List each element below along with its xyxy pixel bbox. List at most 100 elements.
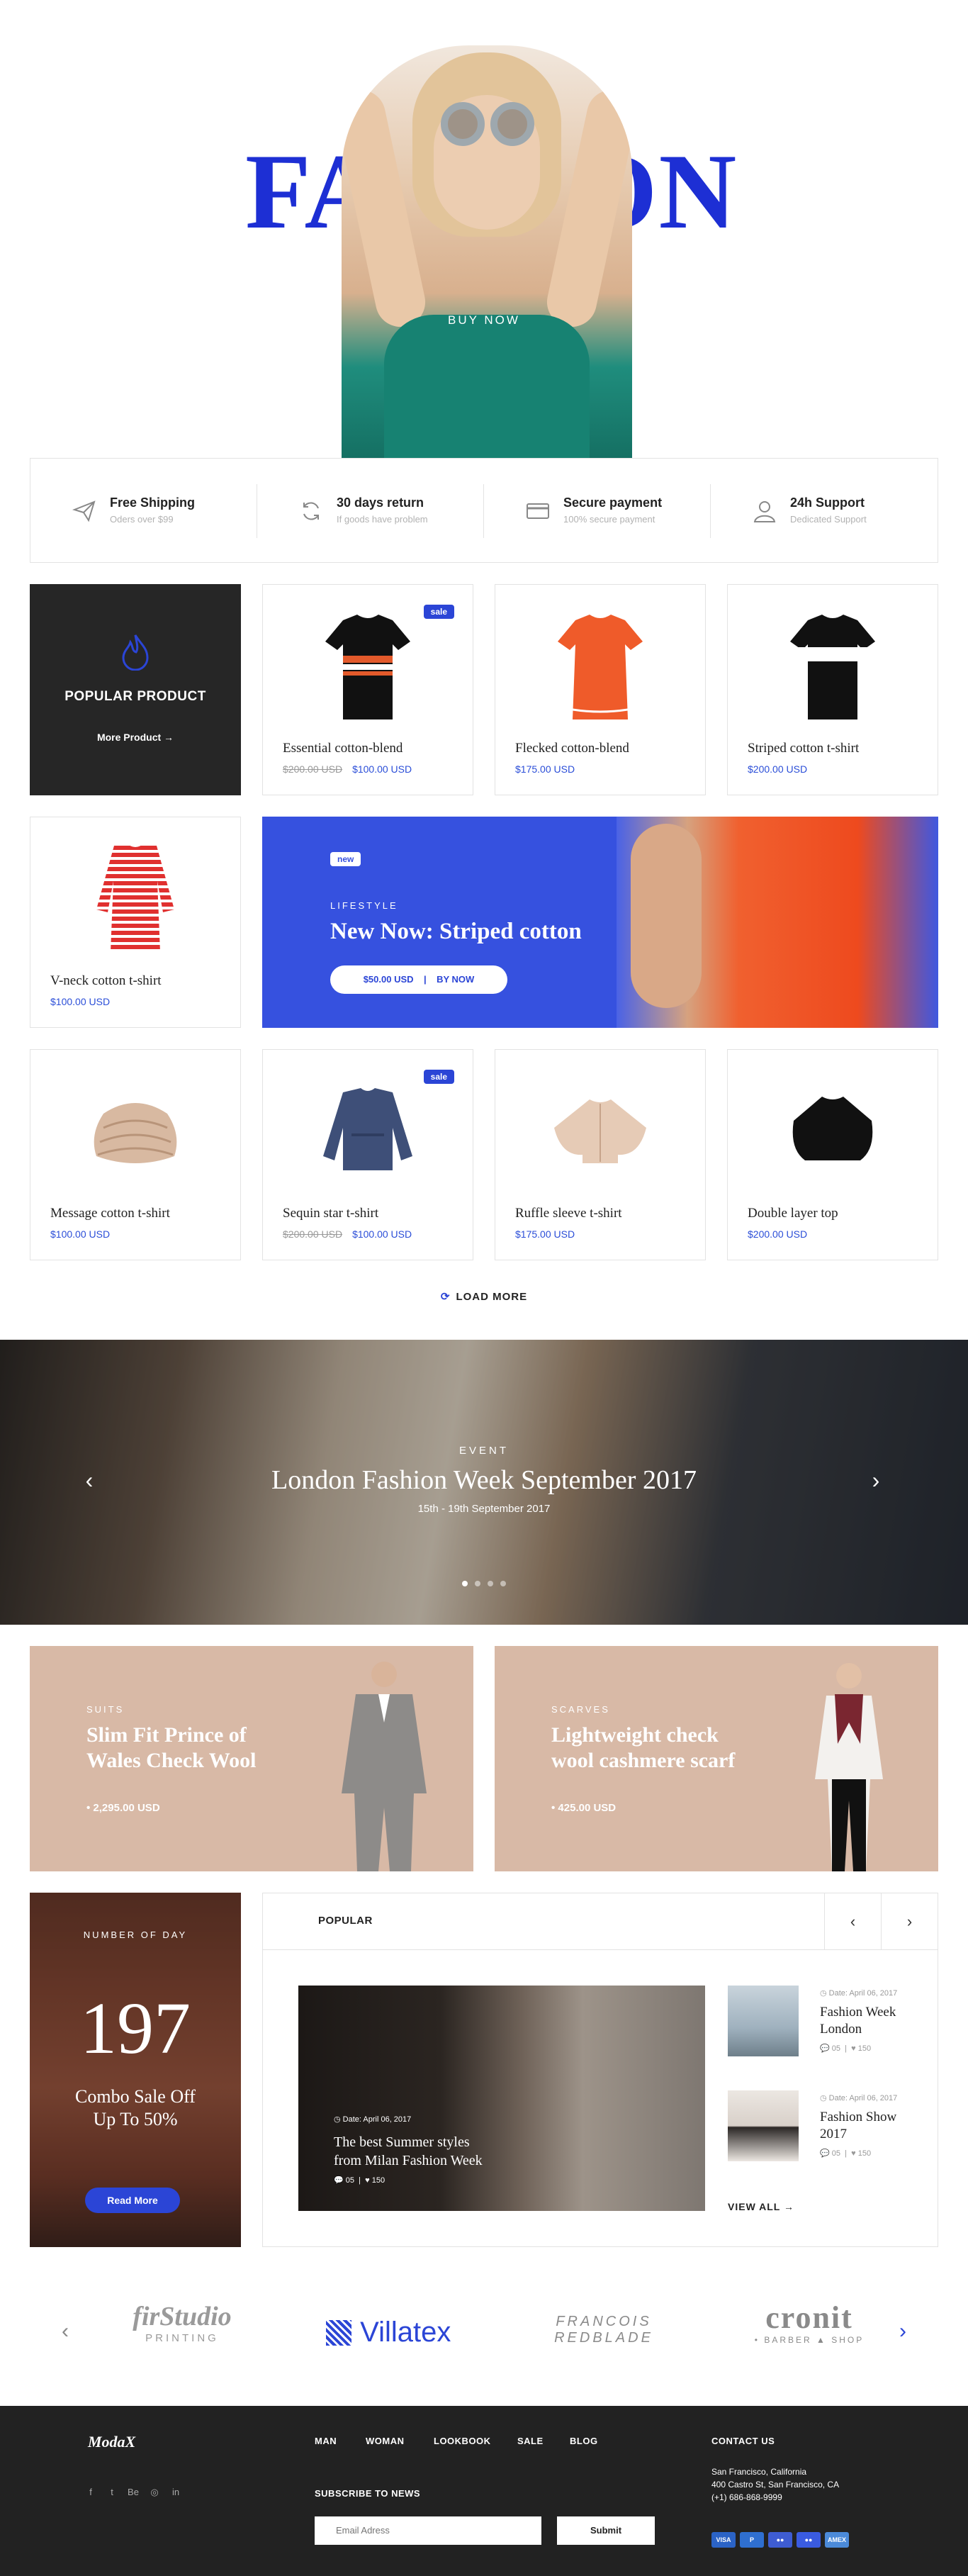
paypal-icon: P <box>740 2532 764 2548</box>
banner-buy-button[interactable]: $50.00 USD | BY NOW <box>330 965 507 994</box>
user-support-icon <box>752 498 777 524</box>
post-title[interactable]: Fashion Show 2017 <box>820 2109 919 2143</box>
hero-model-image <box>342 45 632 458</box>
feature-free-shipping: Free Shipping Oders over $99 <box>30 459 257 564</box>
product-price: $100.00 USD <box>50 1228 111 1240</box>
blog-prev-button[interactable]: ‹ <box>824 1893 881 1949</box>
product-card[interactable]: Double layer top $200.00 USD <box>727 1049 938 1260</box>
product-card[interactable]: sale Essential cotton-blend $200.00 USD $… <box>262 584 473 795</box>
product-name[interactable]: V-neck cotton t-shirt <box>50 973 162 989</box>
side-post[interactable]: ◷ Date: April 06, 2017 Fashion Week Lond… <box>728 1986 919 2063</box>
deal-of-day: NUMBER OF DAY 197 Combo Sale Off Up To 50… <box>30 1893 241 2247</box>
product-name[interactable]: Essential cotton-blend <box>283 741 403 756</box>
email-input[interactable] <box>315 2516 541 2545</box>
post-meta: 💬 05 | ♥ 150 <box>334 2176 385 2185</box>
contact-address: 400 Castro St, San Francisco, CA <box>711 2480 840 2490</box>
blog-next-button[interactable]: › <box>881 1893 938 1949</box>
post-date: ◷ Date: April 06, 2017 <box>334 2115 412 2124</box>
brand-logo[interactable]: Villatex <box>310 2301 466 2362</box>
featured-post[interactable]: ◷ Date: April 06, 2017 The best Summer s… <box>298 1986 705 2211</box>
post-thumbnail <box>728 2090 799 2161</box>
product-name[interactable]: Flecked cotton-blend <box>515 741 629 756</box>
product-price: $200.00 USD <box>748 1228 808 1240</box>
banner-label: LIFESTYLE <box>330 900 398 911</box>
slider-dot[interactable] <box>475 1581 480 1586</box>
feature-title: Free Shipping <box>110 495 196 510</box>
slider-dots <box>462 1581 506 1588</box>
product-card[interactable]: V-neck cotton t-shirt $100.00 USD <box>30 817 241 1028</box>
flame-icon <box>120 634 150 671</box>
banner-title: New Now: Striped cotton <box>330 919 582 944</box>
post-title[interactable]: The best Summer styles from Milan Fashio… <box>334 2133 497 2170</box>
read-more-button[interactable]: Read More <box>85 2188 180 2213</box>
event-title: London Fashion Week September 2017 <box>271 1465 697 1495</box>
amex-icon: AMEX <box>825 2532 849 2548</box>
post-date: ◷ Date: April 06, 2017 <box>820 2094 898 2102</box>
footer-nav-lookbook[interactable]: LOOKBOOK <box>434 2436 491 2446</box>
more-product-link[interactable]: More Product → <box>30 732 241 743</box>
product-image <box>75 1071 196 1192</box>
footer-nav-man[interactable]: MAN <box>315 2436 337 2446</box>
post-title[interactable]: Fashion Week London <box>820 2004 919 2038</box>
new-badge: new <box>330 852 361 866</box>
product-price: $200.00 USD <box>748 763 808 775</box>
slider-dot[interactable] <box>462 1581 468 1586</box>
product-card[interactable]: Striped cotton t-shirt $200.00 USD <box>727 584 938 795</box>
product-image <box>540 1071 660 1192</box>
footer-nav-woman[interactable]: WOMAN <box>366 2436 405 2446</box>
facebook-icon[interactable]: f <box>84 2487 98 2497</box>
buy-now-button[interactable]: BUY NOW <box>425 313 543 330</box>
brand-logo[interactable]: firStudio PRINTING <box>101 2301 264 2362</box>
submit-button[interactable]: Submit <box>557 2516 655 2545</box>
promo-category: SCARVES <box>551 1704 610 1715</box>
promo-category: SUITS <box>86 1704 125 1715</box>
comment-icon: 💬 <box>820 2044 830 2053</box>
product-name[interactable]: Sequin star t-shirt <box>283 1206 378 1221</box>
product-price: $175.00 USD <box>515 1228 575 1240</box>
promo-price: • 425.00 USD <box>551 1802 617 1814</box>
blog-title: POPULAR <box>318 1915 373 1927</box>
blog-header: POPULAR ‹ › <box>263 1893 938 1950</box>
twitter-icon[interactable]: t <box>105 2487 119 2497</box>
product-image <box>308 1071 428 1192</box>
promo-suits[interactable]: SUITS Slim Fit Prince of Wales Check Woo… <box>30 1646 473 1871</box>
product-card[interactable]: Flecked cotton-blend $175.00 USD <box>495 584 706 795</box>
load-more-button[interactable]: ⟳ LOAD MORE <box>0 1290 968 1303</box>
event-date: 15th - 19th September 2017 <box>417 1503 551 1515</box>
post-meta: 💬 05 | ♥ 150 <box>820 2044 872 2053</box>
footer-nav-blog[interactable]: BLOG <box>570 2436 598 2446</box>
promo-title: Slim Fit Prince of Wales Check Wool <box>86 1723 257 1772</box>
product-name[interactable]: Message cotton t-shirt <box>50 1206 170 1221</box>
brands-next-arrow[interactable]: › <box>889 2314 917 2349</box>
maestro-icon: ●● <box>797 2532 821 2548</box>
behance-icon[interactable]: Be <box>126 2487 140 2497</box>
side-post[interactable]: ◷ Date: April 06, 2017 Fashion Show 2017… <box>728 2090 919 2168</box>
lifestyle-banner: new LIFESTYLE New Now: Striped cotton $5… <box>262 817 938 1028</box>
product-card[interactable]: sale Sequin star t-shirt $200.00 USD $100… <box>262 1049 473 1260</box>
product-card[interactable]: Ruffle sleeve t-shirt $175.00 USD <box>495 1049 706 1260</box>
heart-icon: ♥ <box>851 2149 856 2158</box>
feature-title: Secure payment <box>563 495 663 510</box>
feature-subtitle: Oders over $99 <box>110 514 174 525</box>
view-all-link[interactable]: VIEW ALL → <box>728 2201 794 2212</box>
promo-scarves[interactable]: SCARVES Lightweight check wool cashmere … <box>495 1646 938 1871</box>
feature-returns: 30 days return If goods have problem <box>257 459 484 564</box>
brands-prev-arrow[interactable]: ‹ <box>51 2314 79 2349</box>
product-price: $175.00 USD <box>515 763 575 775</box>
linkedin-icon[interactable]: in <box>169 2487 183 2497</box>
slider-dot[interactable] <box>488 1581 493 1586</box>
contact-phone: (+1) 686-868-9999 <box>711 2492 782 2502</box>
product-card[interactable]: Message cotton t-shirt $100.00 USD <box>30 1049 241 1260</box>
product-name[interactable]: Striped cotton t-shirt <box>748 741 859 756</box>
footer-logo[interactable]: ModaX <box>88 2433 135 2451</box>
slider-dot[interactable] <box>500 1581 506 1586</box>
contact-title: CONTACT US <box>711 2436 775 2446</box>
paper-plane-icon <box>72 498 97 524</box>
product-name[interactable]: Double layer top <box>748 1206 838 1221</box>
brand-logo[interactable]: cronit • BARBER ▲ SHOP <box>731 2301 887 2362</box>
dribbble-icon[interactable]: ◎ <box>147 2487 162 2498</box>
brand-logo[interactable]: FRANCOIS REDBLADE <box>526 2301 682 2362</box>
features-bar: Free Shipping Oders over $99 30 days ret… <box>30 458 938 563</box>
product-name[interactable]: Ruffle sleeve t-shirt <box>515 1206 622 1221</box>
footer-nav-sale[interactable]: SALE <box>517 2436 544 2446</box>
